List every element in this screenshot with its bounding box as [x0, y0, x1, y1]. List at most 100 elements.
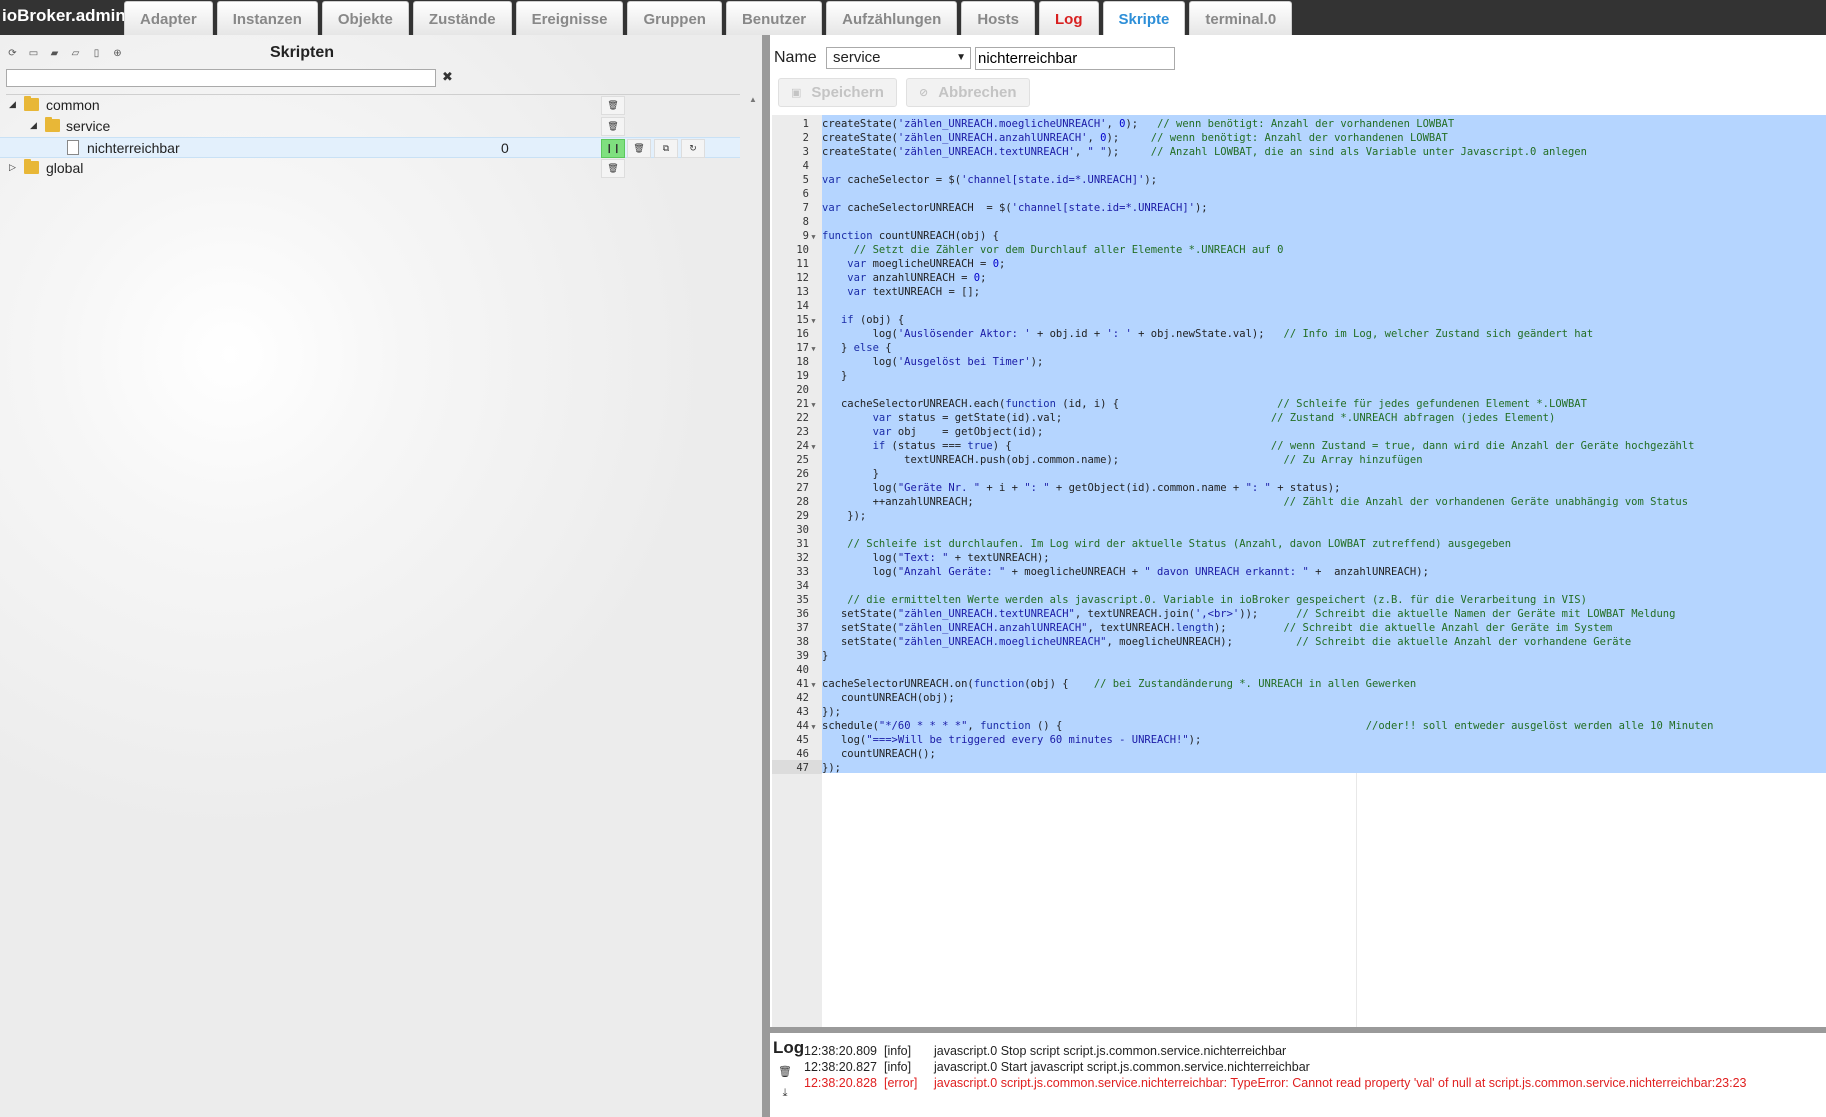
line-number: 31 — [796, 538, 809, 550]
tree-row-label: nichterreichbar — [87, 140, 180, 156]
collapse-icon[interactable]: ▭ — [25, 45, 42, 61]
line-number: 37 — [796, 622, 809, 634]
line-number: 6 — [802, 188, 809, 200]
tree-row-common[interactable]: ◢ common 🗑 — [0, 95, 740, 116]
new-script-icon[interactable]: ▯ — [88, 45, 105, 61]
code-text: } — [822, 468, 879, 480]
collapse-arrow-icon[interactable]: ◢ — [9, 99, 16, 110]
fold-arrow-icon[interactable]: ▼ — [809, 230, 818, 244]
print-margin — [1356, 773, 1357, 1027]
pause-script-button[interactable]: ❙❙ — [601, 139, 625, 158]
fold-arrow-icon[interactable]: ▼ — [809, 678, 818, 692]
folder-icon — [45, 117, 60, 132]
fold-arrow-icon[interactable]: ▼ — [809, 440, 818, 454]
delete-folder-button[interactable]: 🗑 — [601, 96, 625, 115]
code-line: 44 ▼ schedule("*/60 * * * *", function () … — [772, 719, 1713, 733]
delete-script-button[interactable]: 🗑 — [627, 139, 651, 158]
fold-arrow-icon[interactable]: ▼ — [809, 720, 818, 734]
download-icon[interactable]: ⤓ — [775, 1084, 795, 1102]
delete-folder-button[interactable]: 🗑 — [601, 159, 625, 178]
line-number: 34 — [796, 580, 809, 592]
line-number: 12 — [796, 272, 809, 284]
code-text: } — [822, 650, 829, 662]
code-line: 34 — [772, 579, 1713, 593]
code-text: // Schleife ist durchlaufen. Im Log wird… — [847, 538, 1512, 550]
code-line: 18 log('Ausgelöst bei Timer'); — [772, 355, 1713, 369]
fold-arrow-icon[interactable]: ▼ — [809, 398, 818, 412]
tab-objekte[interactable]: Objekte — [321, 1, 409, 35]
code-line: 8 — [772, 215, 1713, 229]
code-editor[interactable]: 1 createState('zählen_UNREACH.moeglicheUN… — [772, 115, 1826, 1027]
tab-gruppen[interactable]: Gruppen — [627, 1, 722, 35]
code-line: 22 var status = getState(id).val; // Zus… — [772, 411, 1713, 425]
code-text: var cacheSelector = $('channel[state.id=… — [822, 174, 1158, 186]
line-number: 44 — [796, 720, 809, 732]
tree-row-script[interactable]: nichterreichbar 0 ❙❙ 🗑 ⧉ ↻ — [0, 137, 740, 158]
code-text: createState('zählen_UNREACH.moeglicheUNR… — [822, 118, 1455, 130]
code-line: 13 var textUNREACH = []; — [772, 285, 1713, 299]
trash-icon[interactable]: 🗑 — [775, 1062, 795, 1080]
tab-skripte[interactable]: Skripte — [1102, 1, 1186, 35]
code-text: if (obj) { — [840, 314, 905, 326]
line-number: 24 — [796, 440, 809, 452]
editor-panel: Name service ▼ ▣ Speichern ⊘ Abbrechen 1… — [770, 35, 1826, 1117]
restart-script-button[interactable]: ↻ — [681, 139, 705, 158]
collapse-arrow-icon[interactable]: ◢ — [30, 120, 37, 131]
folder-select[interactable]: service ▼ — [826, 47, 971, 69]
save-button[interactable]: ▣ Speichern — [778, 78, 897, 107]
delete-folder-button[interactable]: 🗑 — [601, 117, 625, 136]
log-line: 12:38:20.827 [info] javascript.0 Start jav… — [804, 1060, 1310, 1074]
scroll-up-icon[interactable]: ▲ — [749, 95, 757, 104]
main-tabs: Adapter Instanzen Objekte Zustände Ereigniss… — [124, 1, 1296, 35]
code-text: var anzahlUNREACH = 0; — [847, 272, 987, 284]
fold-arrow-icon[interactable]: ▼ — [809, 342, 818, 356]
code-text: schedule("*/60 * * * *", function () { /… — [822, 720, 1714, 732]
open-folder-icon[interactable]: ▱ — [67, 45, 84, 61]
tree-row-global[interactable]: ▷ global 🗑 — [0, 158, 740, 179]
code-text: var moeglicheUNREACH = 0; — [847, 258, 1006, 270]
tab-benutzer[interactable]: Benutzer — [725, 1, 823, 35]
log-divider[interactable] — [770, 1027, 1826, 1033]
tab-instanzen[interactable]: Instanzen — [216, 1, 318, 35]
code-line: 12 var anzahlUNREACH = 0; — [772, 271, 1713, 285]
log-message: javascript.0 Stop script script.js.commo… — [934, 1044, 1287, 1058]
filter-input[interactable] — [6, 69, 436, 87]
tree-row-label: service — [66, 118, 111, 134]
pane-splitter[interactable] — [762, 35, 770, 1117]
line-number: 26 — [796, 468, 809, 480]
new-folder-icon[interactable]: ▰ — [46, 45, 63, 61]
code-text: setState("zählen_UNREACH.textUNREACH", t… — [822, 608, 1676, 620]
line-number: 42 — [796, 692, 809, 704]
cancel-button[interactable]: ⊘ Abbrechen — [906, 78, 1030, 107]
script-name-input[interactable] — [975, 47, 1175, 70]
tab-terminal-0[interactable]: terminal.0 — [1189, 1, 1293, 35]
fold-arrow-icon[interactable]: ▼ — [809, 314, 818, 328]
code-line: 3 createState('zählen_UNREACH.textUNREACH… — [772, 145, 1713, 159]
tab-zustände[interactable]: Zustände — [412, 1, 512, 35]
tab-hosts[interactable]: Hosts — [961, 1, 1035, 35]
code-line: 25 textUNREACH.push(obj.common.name); //… — [772, 453, 1713, 467]
code-line: 24 ▼ if (status === true) { // wenn Zusta… — [772, 439, 1713, 453]
code-line: 35 // die ermittelten Werte werden als j… — [772, 593, 1713, 607]
code-line: 6 — [772, 187, 1713, 201]
tab-aufzählungen[interactable]: Aufzählungen — [826, 1, 958, 35]
code-line: 29 }); — [772, 509, 1713, 523]
line-number: 7 — [802, 202, 809, 214]
line-number: 47 — [796, 762, 809, 774]
code-text: }); — [822, 762, 841, 774]
tab-ereignisse[interactable]: Ereignisse — [515, 1, 624, 35]
code-text: setState("zählen_UNREACH.moeglicheUNREAC… — [822, 636, 1632, 648]
expand-arrow-icon[interactable]: ▷ — [9, 162, 16, 173]
add-icon[interactable]: ⊕ — [109, 45, 126, 61]
code-line: 19 } — [772, 369, 1713, 383]
code-text: log("===>Will be triggered every 60 minu… — [822, 734, 1202, 746]
copy-script-button[interactable]: ⧉ — [654, 139, 678, 158]
tree-row-service[interactable]: ◢ service 🗑 — [0, 116, 740, 137]
code-text: var textUNREACH = []; — [847, 286, 981, 298]
tab-adapter[interactable]: Adapter — [124, 1, 213, 35]
code-line: 45 log("===>Will be triggered every 60 m… — [772, 733, 1713, 747]
tab-log[interactable]: Log — [1039, 1, 1099, 35]
refresh-icon[interactable]: ⟳ — [4, 45, 21, 61]
clear-filter-icon[interactable]: ✖ — [442, 69, 453, 85]
code-line: 27 log("Geräte Nr. " + i + ": " + getObj… — [772, 481, 1713, 495]
